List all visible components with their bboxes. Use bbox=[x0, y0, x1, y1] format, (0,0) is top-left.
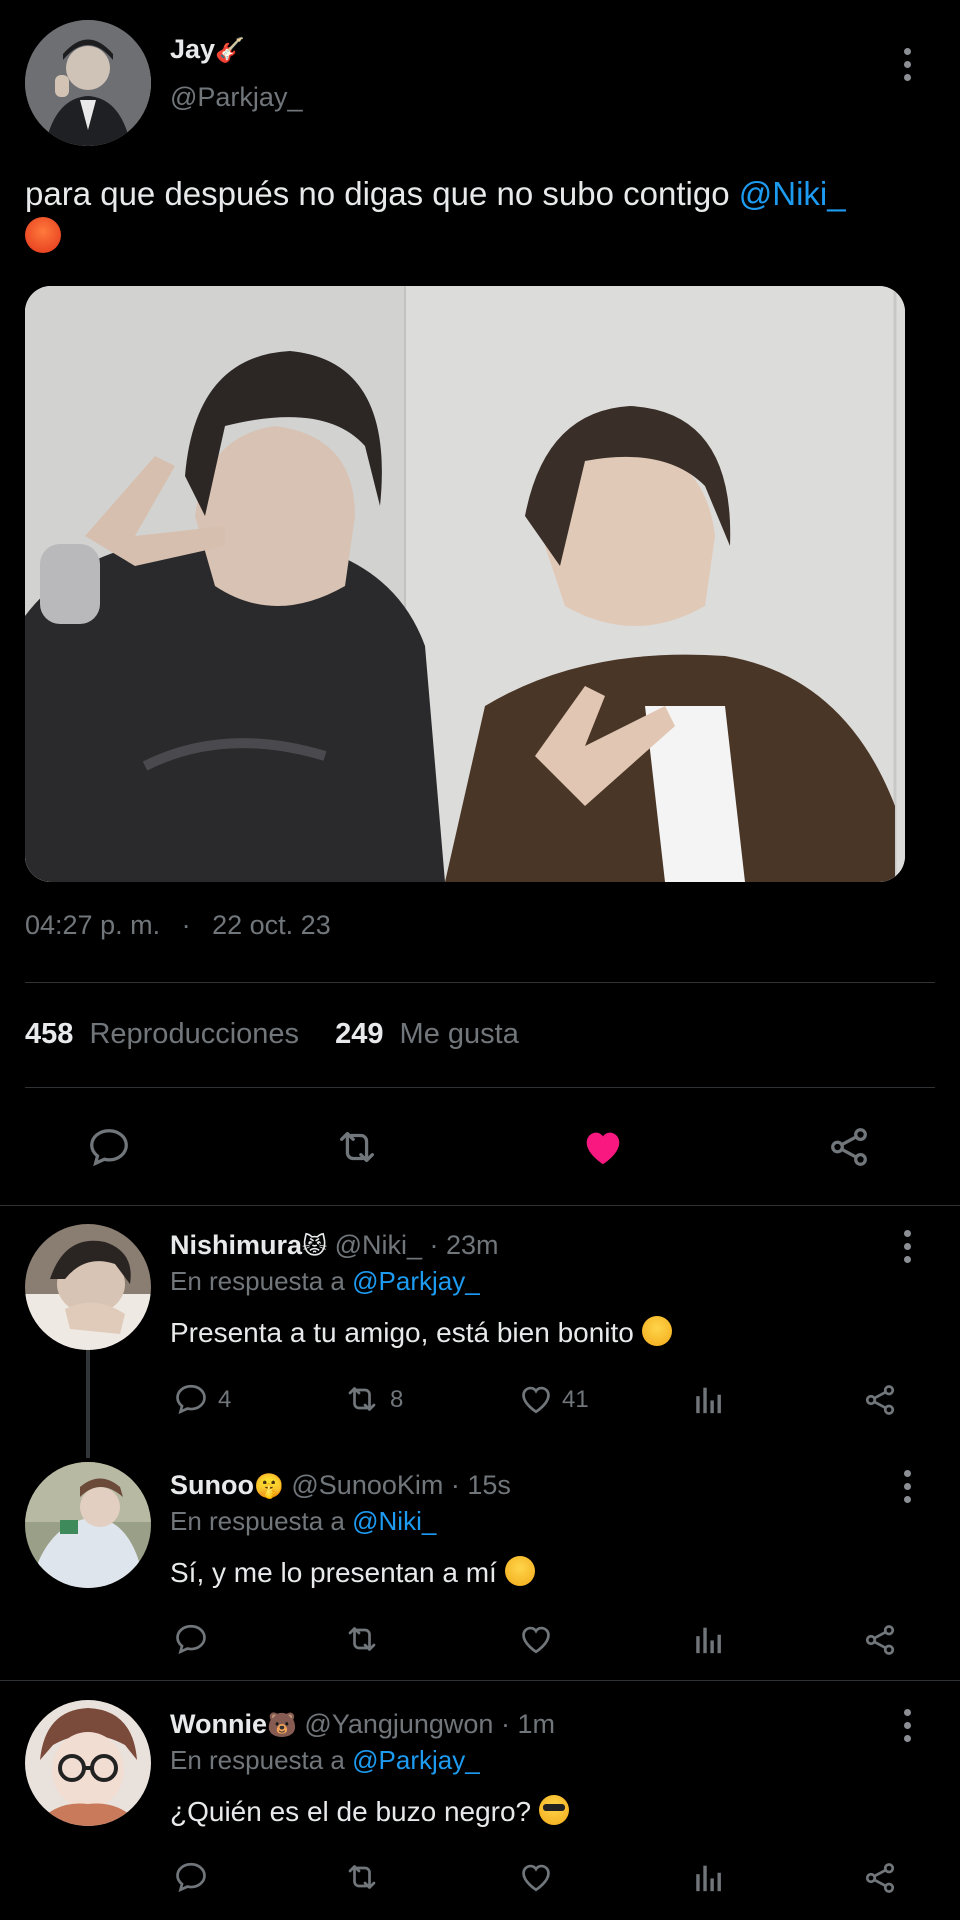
likes-count: 249 bbox=[335, 1018, 384, 1050]
retweet-count: 8 bbox=[390, 1386, 404, 1413]
reply-icon[interactable] bbox=[84, 1122, 134, 1172]
heart-filled-icon[interactable] bbox=[578, 1122, 628, 1172]
reply-count: 4 bbox=[218, 1386, 232, 1413]
reply-avatar[interactable] bbox=[25, 1224, 151, 1350]
more-options-icon[interactable] bbox=[903, 48, 911, 81]
reply-time[interactable]: · 23m bbox=[430, 1230, 499, 1260]
share-icon[interactable] bbox=[824, 1122, 874, 1172]
likes-label: Me gusta bbox=[399, 1018, 519, 1050]
reply-header: Wonnie🐻 @Yangjungwon · 1m bbox=[170, 1709, 555, 1740]
guitar-emoji: 🎸 bbox=[215, 37, 245, 64]
retweet-icon[interactable] bbox=[342, 1380, 382, 1418]
reply-to-link[interactable]: @Parkjay_ bbox=[352, 1745, 480, 1775]
reply-body: Sí, y me lo presentan a mí bbox=[170, 1557, 497, 1588]
reply-body: Presenta a tu amigo, está bien bonito bbox=[170, 1317, 634, 1348]
reply-author-name[interactable]: Wonnie bbox=[170, 1709, 267, 1739]
smiling-face-emoji bbox=[641, 1316, 672, 1346]
reply-body: ¿Quién es el de buzo negro? bbox=[170, 1796, 532, 1827]
thread-line bbox=[86, 1348, 90, 1458]
bear-emoji: 🐻 bbox=[267, 1712, 297, 1739]
analytics-icon[interactable] bbox=[690, 1620, 728, 1658]
tweet-time: 04:27 p. m. bbox=[25, 910, 161, 940]
angry-face-emoji bbox=[25, 217, 61, 253]
reply-text: ¿Quién es el de buzo negro? bbox=[170, 1795, 569, 1828]
share-icon[interactable] bbox=[860, 1858, 900, 1898]
author-avatar[interactable] bbox=[25, 20, 151, 146]
reply-context-prefix: En respuesta a bbox=[170, 1266, 345, 1296]
reply-to-link[interactable]: @Niki_ bbox=[352, 1506, 436, 1536]
divider bbox=[25, 1087, 935, 1088]
retweet-icon[interactable] bbox=[342, 1620, 382, 1658]
timestamp-separator: · bbox=[181, 910, 191, 940]
reply-time[interactable]: · 15s bbox=[451, 1470, 511, 1500]
views-count: 458 bbox=[25, 1018, 74, 1050]
reply-header: Sunoo🤫 @SunooKim · 15s bbox=[170, 1470, 511, 1501]
analytics-icon[interactable] bbox=[690, 1380, 728, 1418]
reply-context: En respuesta a @Parkjay_ bbox=[170, 1266, 480, 1297]
reply-author-handle[interactable]: @Niki_ bbox=[335, 1230, 422, 1260]
tweet-body: para que después no digas que no subo co… bbox=[25, 175, 730, 212]
analytics-icon[interactable] bbox=[690, 1858, 728, 1896]
shushing-face-emoji: 🤫 bbox=[253, 1473, 284, 1500]
reply-context: En respuesta a @Parkjay_ bbox=[170, 1745, 480, 1776]
reply-avatar[interactable] bbox=[25, 1700, 151, 1826]
reply-icon[interactable] bbox=[172, 1380, 210, 1418]
retweet-icon[interactable] bbox=[342, 1858, 382, 1896]
tweet-text: para que después no digas que no subo co… bbox=[25, 172, 925, 260]
reply-text: Presenta a tu amigo, está bien bonito bbox=[170, 1316, 672, 1349]
divider bbox=[25, 982, 935, 983]
reply-text: Sí, y me lo presentan a mí bbox=[170, 1556, 535, 1589]
reply-icon[interactable] bbox=[172, 1858, 210, 1896]
reply-avatar[interactable] bbox=[25, 1462, 151, 1588]
views-label: Reproducciones bbox=[89, 1018, 300, 1050]
pouting-cat-emoji: 😾 bbox=[302, 1233, 328, 1260]
heart-icon[interactable] bbox=[516, 1380, 556, 1418]
reply-more-options-icon[interactable] bbox=[903, 1230, 911, 1263]
reply-more-options-icon[interactable] bbox=[903, 1709, 911, 1742]
views-stat[interactable]: 458 Reproducciones bbox=[25, 1018, 307, 1050]
likes-stat[interactable]: 249 Me gusta bbox=[335, 1018, 519, 1050]
reply-context-prefix: En respuesta a bbox=[170, 1506, 345, 1536]
retweet-icon[interactable] bbox=[330, 1122, 384, 1172]
heart-icon[interactable] bbox=[516, 1858, 556, 1896]
sunglasses-face-emoji bbox=[538, 1795, 569, 1825]
tweet-photo[interactable] bbox=[25, 286, 905, 882]
reply-author-handle[interactable]: @SunooKim bbox=[291, 1470, 443, 1500]
reply-icon[interactable] bbox=[172, 1620, 210, 1658]
like-count: 41 bbox=[562, 1386, 589, 1413]
tweet-timestamp[interactable]: 04:27 p. m. · 22 oct. 23 bbox=[25, 910, 331, 941]
author-name-text: Jay bbox=[170, 34, 216, 64]
share-icon[interactable] bbox=[860, 1620, 900, 1660]
reply-author-name[interactable]: Sunoo bbox=[170, 1470, 254, 1500]
divider bbox=[0, 1680, 960, 1681]
reply-time[interactable]: · 1m bbox=[501, 1709, 555, 1739]
smiling-face-emoji bbox=[504, 1556, 535, 1586]
reply-header: Nishimura😾 @Niki_ · 23m bbox=[170, 1230, 499, 1261]
reply-to-link[interactable]: @Parkjay_ bbox=[352, 1266, 480, 1296]
author-handle[interactable]: @Parkjay_ bbox=[170, 82, 302, 113]
reply-context-prefix: En respuesta a bbox=[170, 1745, 345, 1775]
reply-author-name[interactable]: Nishimura bbox=[170, 1230, 302, 1260]
reply-context: En respuesta a @Niki_ bbox=[170, 1506, 436, 1537]
tweet-stats: 458 Reproducciones 249 Me gusta bbox=[25, 1018, 519, 1051]
divider bbox=[0, 1205, 960, 1206]
reply-more-options-icon[interactable] bbox=[903, 1470, 911, 1503]
mention-link[interactable]: @Niki_ bbox=[739, 175, 846, 212]
reply-author-handle[interactable]: @Yangjungwon bbox=[304, 1709, 493, 1739]
heart-icon[interactable] bbox=[516, 1620, 556, 1658]
tweet-date: 22 oct. 23 bbox=[212, 910, 331, 940]
share-icon[interactable] bbox=[860, 1380, 900, 1420]
author-name[interactable]: Jay🎸 bbox=[170, 34, 245, 65]
